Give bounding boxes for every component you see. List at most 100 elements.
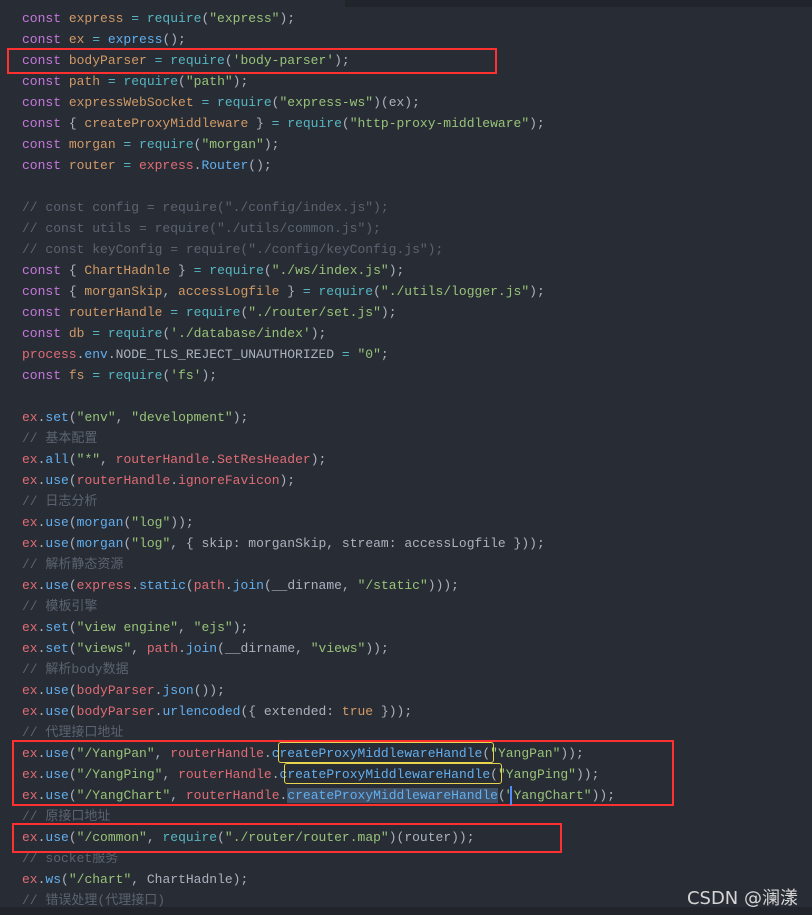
code-token: = bbox=[185, 263, 210, 278]
code-token: const bbox=[22, 368, 69, 383]
code-token: use bbox=[45, 578, 69, 593]
code-token: ); bbox=[232, 74, 249, 89]
code-line[interactable]: // 模板引擎 bbox=[22, 596, 615, 617]
code-token: use bbox=[45, 536, 69, 551]
code-line[interactable]: ex.use(morgan("log", { skip: morganSkip,… bbox=[22, 533, 615, 554]
code-token: "views" bbox=[76, 641, 132, 656]
code-token: "/chart" bbox=[68, 872, 132, 887]
code-line[interactable]: const path = require("path"); bbox=[22, 71, 615, 92]
code-token: routerHandle bbox=[76, 473, 171, 488]
code-token: ex bbox=[22, 872, 38, 887]
code-line[interactable] bbox=[22, 386, 615, 407]
code-line[interactable]: ex.use(express.static(path.join(__dirnam… bbox=[22, 575, 615, 596]
code-token: } bbox=[248, 116, 264, 131]
code-token: fs bbox=[68, 368, 85, 383]
code-token: , bbox=[100, 452, 116, 467]
code-token: // 解析body数据 bbox=[22, 662, 129, 677]
code-token: ex bbox=[22, 515, 38, 530]
code-line[interactable]: ex.ws("/chart", ChartHadnle); bbox=[22, 869, 615, 890]
code-line[interactable]: const express = require("express"); bbox=[22, 8, 615, 29]
code-line[interactable]: // const keyConfig = require("./config/k… bbox=[22, 239, 615, 260]
code-line[interactable]: ex.set("env", "development"); bbox=[22, 407, 615, 428]
code-token: const bbox=[22, 284, 69, 299]
code-line[interactable]: // 解析body数据 bbox=[22, 659, 615, 680]
code-token: ( bbox=[263, 263, 272, 278]
code-line[interactable]: const { ChartHadnle } = require("./ws/in… bbox=[22, 260, 615, 281]
code-token: require bbox=[217, 95, 272, 110]
code-token: accessLogfile bbox=[178, 284, 280, 299]
code-token: ex bbox=[22, 410, 38, 425]
code-token: set bbox=[45, 641, 69, 656]
code-token: ( bbox=[68, 473, 77, 488]
code-token: ); bbox=[310, 326, 327, 341]
code-line[interactable]: const routerHandle = require("./router/s… bbox=[22, 302, 615, 323]
code-token: ( bbox=[373, 284, 381, 299]
code-token: // const utils = require("./utils/common… bbox=[22, 221, 381, 236]
code-token: join bbox=[185, 641, 218, 656]
code-token: "/static" bbox=[357, 578, 428, 593]
code-line[interactable]: const db = require('./database/index'); bbox=[22, 323, 615, 344]
code-token: ( bbox=[68, 410, 77, 425]
code-line[interactable]: ex.set("views", path.join(__dirname, "vi… bbox=[22, 638, 615, 659]
code-line[interactable]: ex.use(bodyParser.json()); bbox=[22, 680, 615, 701]
code-token: routerHandle bbox=[115, 452, 210, 467]
code-token: "./router/set.js" bbox=[248, 305, 381, 320]
code-token: ex bbox=[22, 578, 38, 593]
code-line[interactable]: // 日志分析 bbox=[22, 491, 615, 512]
code-line[interactable]: ex.use(morgan("log")); bbox=[22, 512, 615, 533]
code-line[interactable]: ex.set("view engine", "ejs"); bbox=[22, 617, 615, 638]
code-token: './database/index' bbox=[170, 326, 311, 341]
code-token: )); bbox=[170, 515, 194, 530]
code-line[interactable]: const { morganSkip, accessLogfile } = re… bbox=[22, 281, 615, 302]
code-token: express bbox=[139, 158, 194, 173]
code-line[interactable]: const router = express.Router(); bbox=[22, 155, 615, 176]
code-token: )); bbox=[365, 641, 389, 656]
code-line[interactable]: // 解析静态资源 bbox=[22, 554, 615, 575]
code-token: const bbox=[22, 158, 69, 173]
code-line[interactable]: ex.use(bodyParser.urlencoded({ extended:… bbox=[22, 701, 615, 722]
code-token: Router bbox=[201, 158, 249, 173]
code-line[interactable]: ex.all("*", routerHandle.SetResHeader); bbox=[22, 449, 615, 470]
code-token: ); bbox=[529, 116, 545, 131]
line-number-gutter bbox=[0, 0, 10, 915]
code-line[interactable]: const { createProxyMiddleware } = requir… bbox=[22, 113, 615, 134]
code-line[interactable]: ex.use(routerHandle.ignoreFavicon); bbox=[22, 470, 615, 491]
code-token: ex bbox=[22, 641, 38, 656]
code-line[interactable]: process.env.NODE_TLS_REJECT_UNAUTHORIZED… bbox=[22, 344, 615, 365]
code-token: = bbox=[84, 368, 108, 383]
code-line[interactable]: // const config = require("./config/inde… bbox=[22, 197, 615, 218]
code-token: require bbox=[209, 263, 264, 278]
code-token: bodyParser bbox=[76, 683, 155, 698]
code-line[interactable]: const morgan = require("morgan"); bbox=[22, 134, 615, 155]
code-line[interactable]: const fs = require('fs'); bbox=[22, 365, 615, 386]
code-token: = bbox=[295, 284, 319, 299]
code-line[interactable]: // 基本配置 bbox=[22, 428, 615, 449]
code-token: // 代理接口地址 bbox=[22, 725, 124, 740]
code-line[interactable] bbox=[22, 176, 615, 197]
highlight-box-common-route bbox=[12, 823, 562, 853]
code-line[interactable]: const expressWebSocket = require("expres… bbox=[22, 92, 615, 113]
code-token: = bbox=[123, 11, 147, 26]
code-token: })); bbox=[373, 704, 413, 719]
code-token: ex bbox=[22, 620, 38, 635]
code-token: ); bbox=[232, 620, 249, 635]
code-token: "log" bbox=[131, 536, 171, 551]
code-token: "0" bbox=[357, 347, 381, 362]
code-token: ; bbox=[380, 347, 389, 362]
code-token: ); bbox=[279, 473, 296, 488]
code-token: const bbox=[22, 263, 69, 278]
code-token: ( bbox=[68, 683, 77, 698]
code-token: ws bbox=[45, 872, 62, 887]
code-token: } bbox=[170, 263, 186, 278]
code-line[interactable]: // const utils = require("./utils/common… bbox=[22, 218, 615, 239]
code-token: static bbox=[139, 578, 186, 593]
code-token: all bbox=[45, 452, 69, 467]
code-token: ); bbox=[279, 11, 296, 26]
code-token: "morgan" bbox=[201, 137, 264, 152]
code-line[interactable]: const ex = express(); bbox=[22, 29, 615, 50]
code-token: const bbox=[22, 326, 69, 341]
code-token: { bbox=[68, 116, 85, 131]
code-token: db bbox=[68, 326, 85, 341]
code-token: "express" bbox=[209, 11, 280, 26]
editor-tab-bar bbox=[345, 0, 812, 7]
